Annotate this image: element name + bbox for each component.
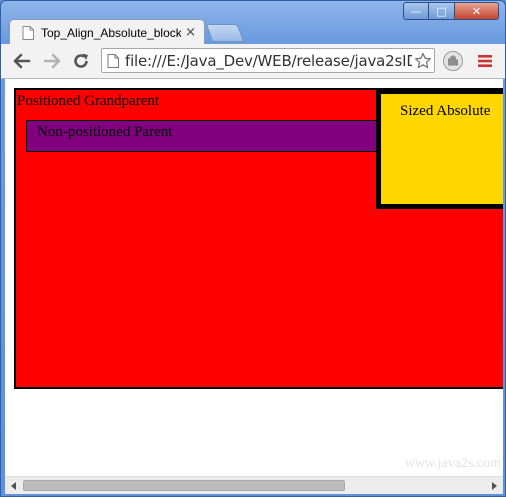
reload-icon[interactable] — [70, 50, 92, 72]
positioned-grandparent: Positioned Grandparent Non-positioned Pa… — [14, 88, 503, 389]
browser-tab[interactable]: Top_Align_Absolute_block × — [9, 19, 205, 45]
page-viewport: Positioned Grandparent Non-positioned Pa… — [5, 79, 503, 476]
star-icon[interactable] — [412, 50, 434, 72]
tab-title: Top_Align_Absolute_block — [41, 25, 182, 40]
scrollbar-thumb[interactable] — [23, 480, 345, 491]
new-tab-button[interactable] — [205, 24, 245, 42]
back-arrow-icon[interactable] — [11, 50, 33, 72]
address-bar[interactable]: file:///E:/Java_Dev/WEB/release/java2sID… — [101, 48, 435, 73]
scroll-left-icon[interactable] — [8, 480, 20, 492]
url-text[interactable]: file:///E:/Java_Dev/WEB/release/java2sID… — [125, 52, 412, 70]
absolute-label: Sized Absolute — [400, 103, 491, 119]
window-controls: — □ ✕ — [403, 2, 499, 20]
non-positioned-parent: Non-positioned Parent — [26, 120, 386, 152]
horizontal-scrollbar[interactable] — [5, 476, 503, 494]
sized-absolute-box: Sized Absolute — [376, 89, 503, 209]
browser-window: — □ ✕ Top_Align_Absolute_block × file://… — [0, 0, 506, 497]
extension-icon[interactable] — [442, 50, 464, 72]
parent-label: Non-positioned Parent — [37, 124, 173, 140]
page-icon — [107, 53, 119, 68]
grandparent-label: Positioned Grandparent — [17, 93, 160, 109]
menu-icon[interactable] — [474, 50, 496, 72]
toolbar: file:///E:/Java_Dev/WEB/release/java2sID… — [1, 44, 505, 79]
minimize-button[interactable]: — — [403, 2, 429, 20]
close-window-button[interactable]: ✕ — [455, 2, 499, 20]
tab-close-icon[interactable]: × — [185, 25, 196, 40]
scroll-right-icon[interactable] — [488, 480, 500, 492]
maximize-button[interactable]: □ — [429, 2, 455, 20]
watermark: www.java2s.com — [404, 456, 501, 471]
forward-arrow-icon[interactable] — [41, 50, 63, 72]
page-icon — [22, 25, 34, 40]
